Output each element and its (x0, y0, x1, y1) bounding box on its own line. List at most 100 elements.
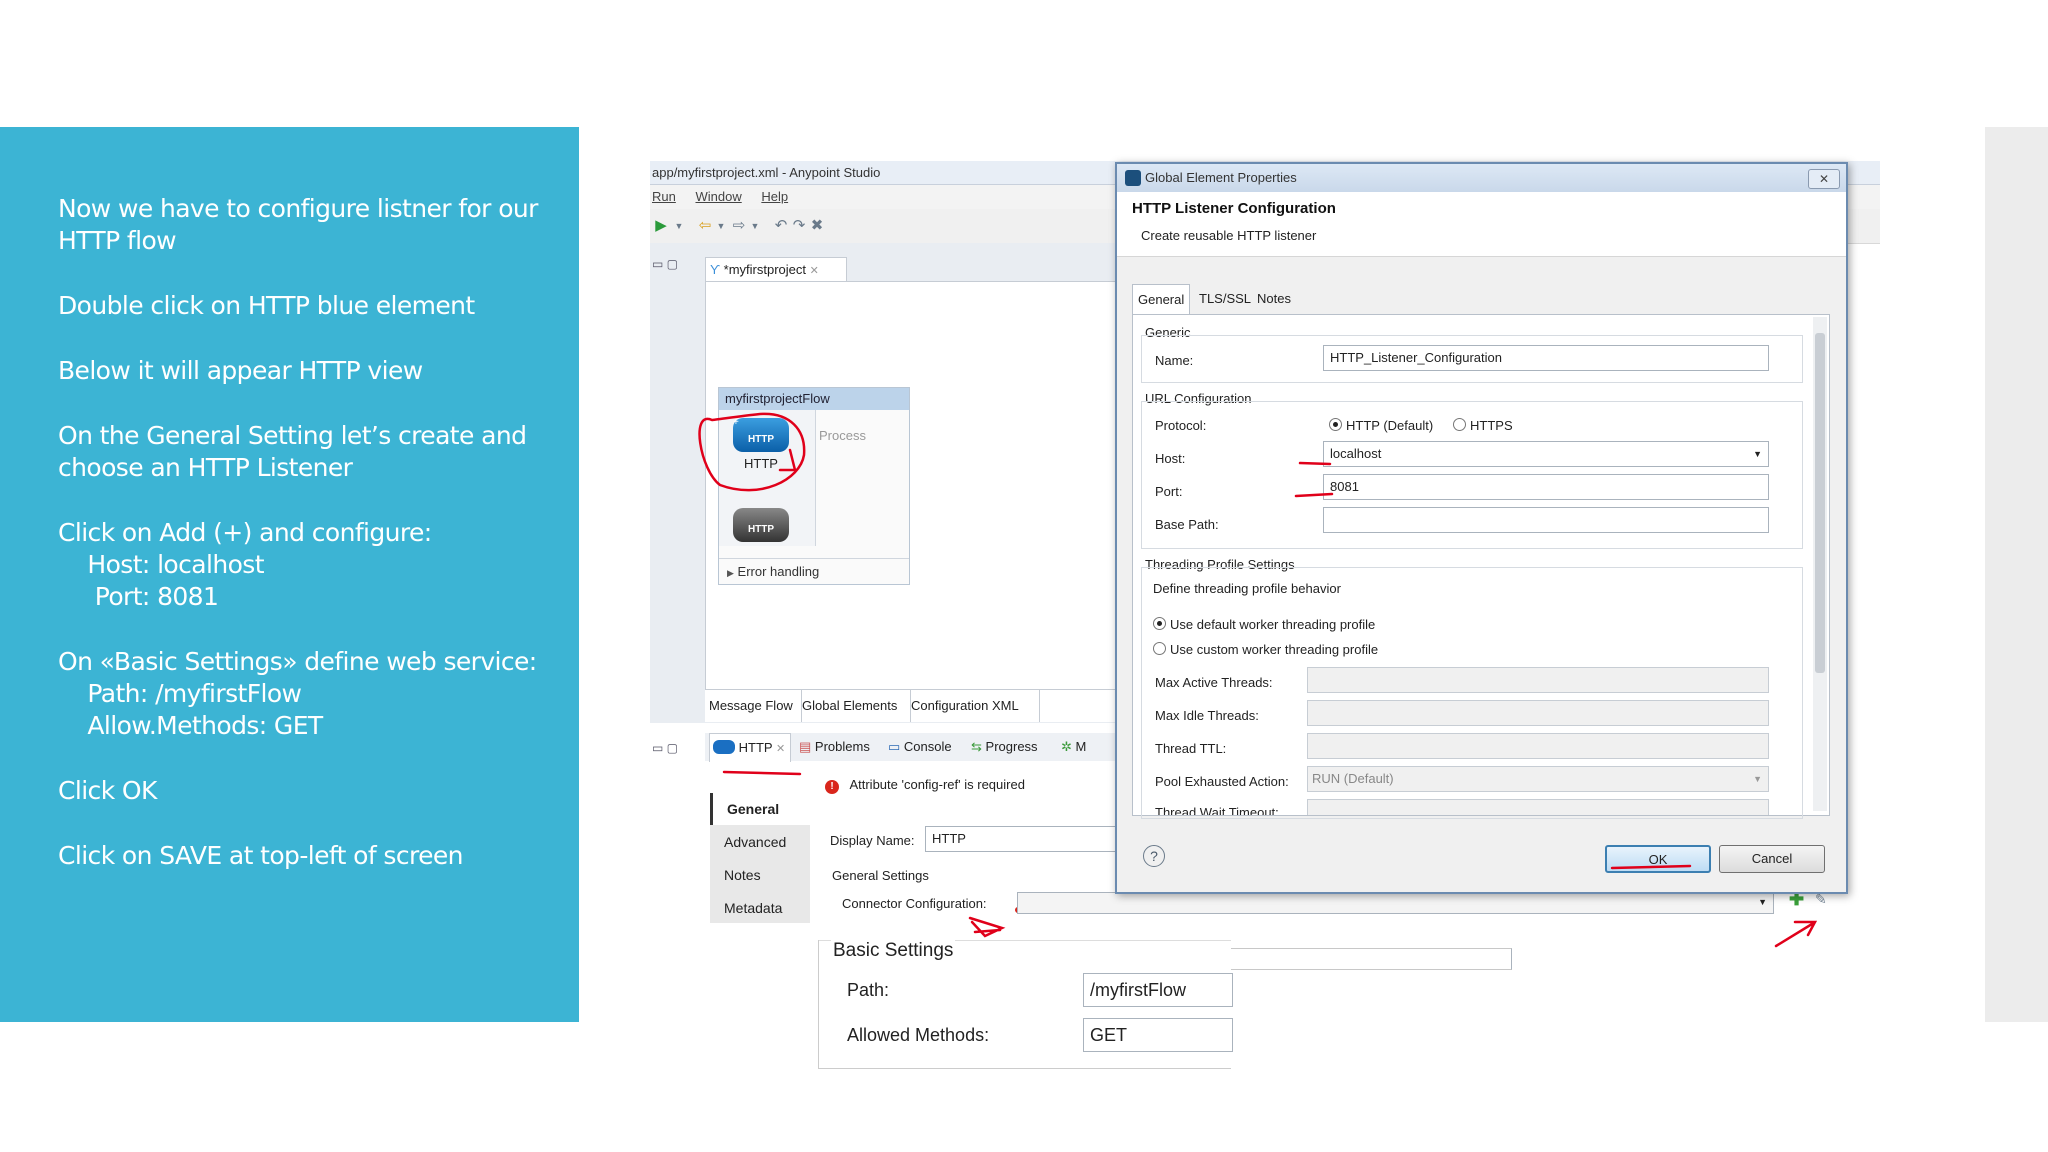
properties-sidebar: General Advanced Notes Metadata (710, 793, 810, 923)
pool-exhausted-label: Pool Exhausted Action: (1155, 774, 1289, 789)
editor-tab[interactable]: ϒ *myfirstproject ✕ (705, 257, 847, 282)
display-name-input[interactable]: HTTP (925, 826, 1125, 852)
chevron-down-icon[interactable]: ▼ (670, 217, 688, 235)
http-element-label: HTTP (744, 456, 778, 471)
undo-icon[interactable]: ↶ (772, 217, 790, 235)
close-tab-icon[interactable]: ✕ (776, 743, 785, 755)
name-input[interactable]: HTTP_Listener_Configuration (1323, 345, 1769, 371)
tab-general[interactable]: General (1132, 284, 1191, 315)
custom-threading-radio[interactable]: Use custom worker threading profile (1153, 642, 1378, 657)
error-icon: ! (825, 780, 839, 794)
properties-tabs: HTTP ✕ ▤ Problems ▭ Console ⇆ Progress ✲… (705, 733, 1115, 762)
close-button[interactable]: ✕ (1808, 169, 1840, 189)
chevron-down-icon[interactable]: ▼ (712, 217, 730, 235)
http-outbound-element[interactable]: HTTP (733, 508, 789, 542)
thread-ttl-label: Thread TTL: (1155, 741, 1227, 756)
cancel-button[interactable]: Cancel (1719, 845, 1825, 873)
problems-icon: ▤ (799, 739, 812, 754)
radio-icon (1153, 642, 1166, 655)
run-icon[interactable]: ▶ (652, 217, 670, 235)
global-element-properties-dialog: Global Element Properties ✕ HTTP Listene… (1115, 162, 1848, 894)
expand-icon: ▶ (727, 568, 734, 578)
tab-http[interactable]: HTTP ✕ (709, 733, 791, 762)
delete-icon[interactable]: ✖ (808, 217, 826, 235)
max-idle-input[interactable] (1307, 700, 1769, 726)
sidebar-item-general[interactable]: General (710, 793, 810, 825)
console-icon: ▭ (888, 739, 901, 754)
mule-icon: ϒ (710, 262, 721, 277)
default-threading-radio[interactable]: Use default worker threading profile (1153, 617, 1375, 632)
sidebar-item-notes[interactable]: Notes (710, 859, 810, 891)
instruction-step: Click on SAVE at top-left of screen (58, 841, 464, 870)
dialog-form: Generic Name: HTTP_Listener_Configuratio… (1132, 314, 1830, 819)
scrollbar[interactable] (1813, 317, 1827, 811)
port-input[interactable]: 8081 (1323, 474, 1769, 500)
protocol-https-radio[interactable]: HTTPS (1453, 418, 1513, 433)
instruction-step: On the General Setting let’s create and … (58, 421, 527, 482)
gear-icon: ✲ (1061, 739, 1072, 754)
error-banner: ! Attribute 'config-ref' is required (825, 776, 1025, 794)
slide-edge-stripe (1985, 127, 2048, 1022)
flow-container[interactable]: myfirstprojectFlow HTTP + HTTP Process H… (718, 387, 910, 585)
tab-notes[interactable]: Notes (1252, 284, 1296, 314)
name-label: Name: (1155, 353, 1194, 368)
http-icon (713, 740, 735, 754)
tab-global-elements[interactable]: Global Elements (798, 690, 911, 722)
chevron-down-icon: ▼ (1753, 774, 1762, 784)
tab-more[interactable]: ✲ M (1061, 733, 1086, 761)
tab-message-flow[interactable]: Message Flow (705, 690, 802, 722)
port-label: Port: (1155, 484, 1183, 499)
pool-exhausted-select[interactable]: RUN (Default) ▼ (1307, 766, 1769, 792)
instruction-step: Click on Add (+) and configure: Host: lo… (58, 518, 432, 611)
host-select[interactable]: localhost ▼ (1323, 441, 1769, 467)
allowed-methods-label: Allowed Methods: (847, 1025, 990, 1045)
basic-settings-zoom: Basic Settings Path: /myfirstFlow Allowe… (818, 940, 1233, 1069)
tab-progress[interactable]: ⇆ Progress (971, 733, 1038, 761)
connector-config-select[interactable]: ▼ (1017, 892, 1774, 914)
sidebar-item-metadata[interactable]: Metadata (710, 892, 810, 924)
instruction-panel: Now we have to configure listner for our… (0, 127, 579, 1022)
general-settings-label: General Settings (832, 868, 929, 883)
max-idle-label: Max Idle Threads: (1155, 708, 1259, 723)
chevron-down-icon[interactable]: ▼ (746, 217, 764, 235)
radio-icon (1453, 418, 1466, 431)
menu-help[interactable]: Help (761, 189, 788, 204)
tab-problems[interactable]: ▤ Problems (799, 733, 870, 761)
error-handling-section[interactable]: ▶ Error handling (719, 558, 909, 584)
help-icon[interactable]: ? (1143, 845, 1165, 867)
protocol-http-radio[interactable]: HTTP (Default) (1329, 418, 1433, 433)
sidebar-item-advanced[interactable]: Advanced (710, 826, 810, 858)
allowed-methods-input[interactable]: GET (1083, 1018, 1233, 1052)
tab-configuration-xml[interactable]: Configuration XML (907, 690, 1040, 722)
minimize-icon[interactable]: ▭ ▢ (652, 741, 678, 755)
tab-console[interactable]: ▭ Console (888, 733, 952, 761)
max-active-label: Max Active Threads: (1155, 675, 1273, 690)
thread-ttl-input[interactable] (1307, 733, 1769, 759)
instruction-step: Double click on HTTP blue element (58, 291, 475, 320)
menu-window[interactable]: Window (695, 189, 741, 204)
threading-desc: Define threading profile behavior (1153, 581, 1341, 596)
close-tab-icon[interactable]: ✕ (810, 265, 819, 277)
path-input[interactable]: /myfirstFlow (1083, 973, 1233, 1007)
dialog-heading: HTTP Listener Configuration (1132, 200, 1336, 217)
thread-wait-input[interactable] (1307, 799, 1769, 815)
scrollbar-thumb[interactable] (1815, 333, 1825, 673)
studio-logo-icon (1125, 170, 1141, 186)
max-active-input[interactable] (1307, 667, 1769, 693)
redo-icon[interactable]: ↷ (790, 217, 808, 235)
menu-run[interactable]: Run (652, 189, 676, 204)
connector-config-label: Connector Configuration: (842, 896, 987, 911)
path-label: Path: (847, 980, 890, 1000)
plus-icon: + (733, 417, 739, 428)
base-path-input[interactable] (1323, 507, 1769, 533)
radio-selected-icon (1329, 418, 1342, 431)
minimize-icon[interactable]: ▭ ▢ (652, 257, 678, 271)
chevron-down-icon: ▼ (1758, 897, 1767, 907)
thread-wait-label: Thread Wait Timeout: (1155, 805, 1279, 815)
host-label: Host: (1155, 451, 1186, 466)
display-name-label: Display Name: (830, 833, 915, 848)
ok-button[interactable]: OK (1605, 845, 1711, 873)
clipped-row: Thread Wait Timeout: (1133, 799, 1809, 815)
tab-tls-ssl[interactable]: TLS/SSL (1194, 284, 1256, 314)
chevron-down-icon: ▼ (1753, 449, 1762, 459)
